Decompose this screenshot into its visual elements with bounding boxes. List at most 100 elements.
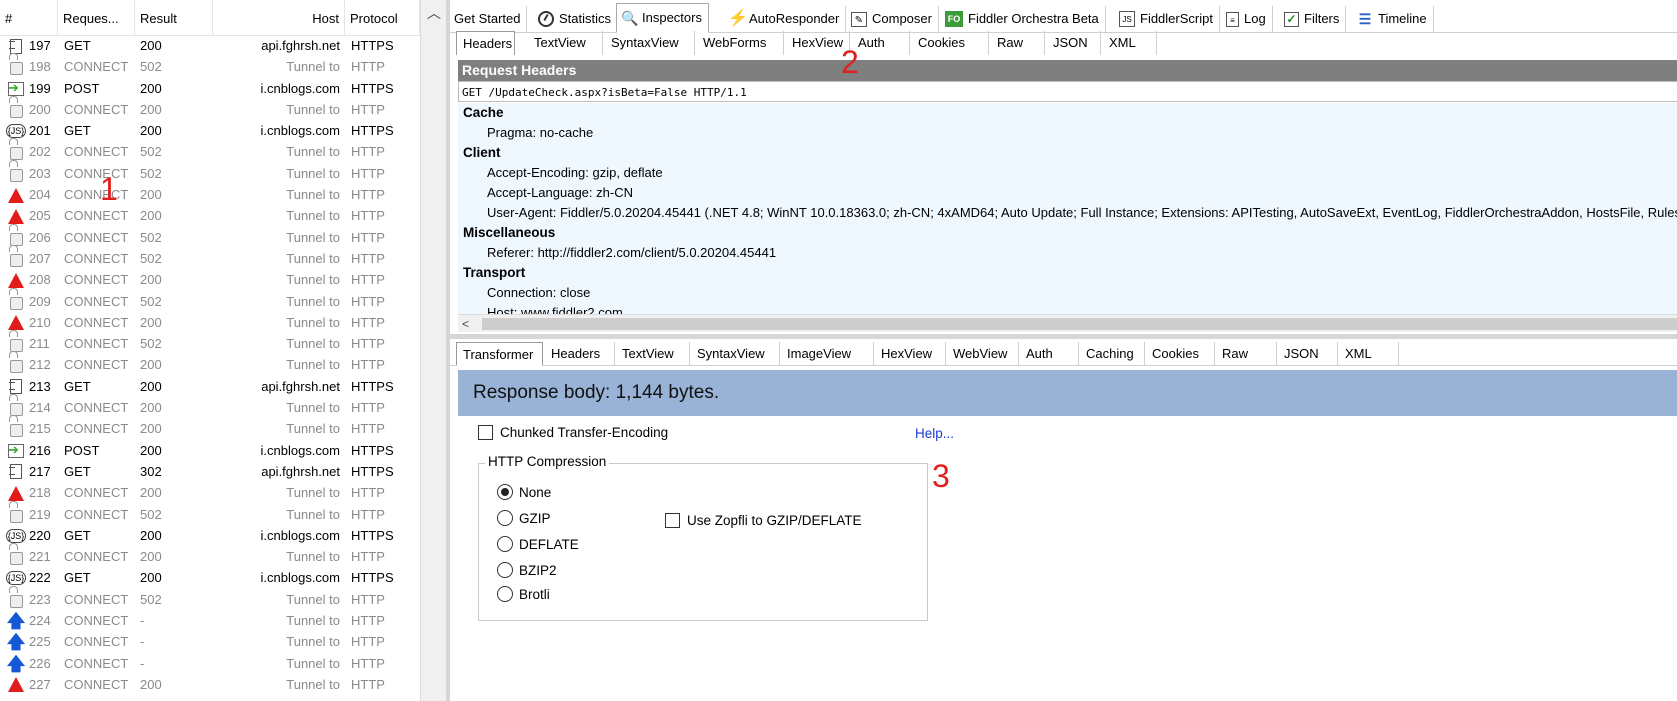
table-row[interactable]: 202 CONNECT 502 Tunnel to HTTP <box>0 141 420 162</box>
response-tab-hexview[interactable]: HexView <box>875 342 946 366</box>
response-tab-textview[interactable]: TextView <box>616 342 690 366</box>
radio-button[interactable] <box>497 586 513 602</box>
tab-get-started[interactable]: Get Started <box>450 6 528 32</box>
request-tab-headers[interactable]: Headers <box>456 31 515 55</box>
table-row[interactable]: 227 CONNECT 200 Tunnel to HTTP <box>0 674 420 695</box>
header-entry[interactable]: Connection: close <box>458 283 1677 303</box>
compression-gzip-option[interactable]: GZIP <box>497 510 551 526</box>
response-tab-transformer[interactable]: Transformer <box>456 342 543 366</box>
request-tab-syntaxview[interactable]: SyntaxView <box>605 31 695 55</box>
table-row[interactable]: 218 CONNECT 200 Tunnel to HTTP <box>0 482 420 503</box>
tab-statistics[interactable]: Statistics <box>534 6 619 32</box>
table-row[interactable]: 216 POST 200 i.cnblogs.com HTTPS <box>0 440 420 461</box>
header-entry[interactable]: Referer: http://fiddler2.com/client/5.0.… <box>458 243 1677 263</box>
response-tab-webview[interactable]: WebView <box>947 342 1019 366</box>
response-tab-syntaxview[interactable]: SyntaxView <box>691 342 780 366</box>
table-row[interactable]: 🡅 225 CONNECT - Tunnel to HTTP <box>0 631 420 652</box>
header-entry[interactable]: Accept-Encoding: gzip, deflate <box>458 163 1677 183</box>
radio-button[interactable] <box>497 484 513 500</box>
column-header-number[interactable]: # <box>0 0 58 36</box>
table-row[interactable]: 197 GET 200 api.fghrsh.net HTTPS <box>0 35 420 56</box>
table-row[interactable]: 208 CONNECT 200 Tunnel to HTTP <box>0 269 420 290</box>
table-row[interactable]: 209 CONNECT 502 Tunnel to HTTP <box>0 291 420 312</box>
table-row[interactable]: 205 CONNECT 200 Tunnel to HTTP <box>0 205 420 226</box>
request-tab-raw[interactable]: Raw <box>991 31 1045 55</box>
response-tab-headers[interactable]: Headers <box>545 342 615 366</box>
table-row[interactable]: 200 CONNECT 200 Tunnel to HTTP <box>0 99 420 120</box>
request-tab-webforms[interactable]: WebForms <box>697 31 784 55</box>
table-row[interactable]: 207 CONNECT 502 Tunnel to HTTP <box>0 248 420 269</box>
compression-deflate-option[interactable]: DEFLATE <box>497 536 579 552</box>
request-tab-textview[interactable]: TextView <box>528 31 603 55</box>
tab-composer[interactable]: ✎ Composer <box>847 6 939 32</box>
table-row[interactable]: 199 POST 200 i.cnblogs.com HTTPS <box>0 78 420 99</box>
tab-timeline[interactable]: ☰ Timeline <box>1353 6 1434 32</box>
response-tab-auth[interactable]: Auth <box>1020 342 1079 366</box>
tab-inspectors[interactable]: 🔍 Inspectors <box>616 3 709 33</box>
request-tab-xml[interactable]: XML <box>1103 31 1157 55</box>
header-entry[interactable]: Host: www.fiddler2.com <box>458 303 1677 314</box>
scroll-left-icon[interactable]: < <box>462 315 469 333</box>
scroll-thumb[interactable] <box>482 318 1677 330</box>
tab-filters[interactable]: ✓ Filters <box>1280 6 1347 32</box>
radio-button[interactable] <box>497 562 513 578</box>
tab-fiddlerscript[interactable]: JS FiddlerScript <box>1115 6 1220 32</box>
table-row[interactable]: {JS} 222 GET 200 i.cnblogs.com HTTPS <box>0 567 420 588</box>
table-row[interactable]: 219 CONNECT 502 Tunnel to HTTP <box>0 504 420 525</box>
request-tab-cookies[interactable]: Cookies <box>912 31 989 55</box>
scroll-up-icon[interactable]: ︿ <box>421 0 447 26</box>
zopfli-option[interactable]: Use Zopfli to GZIP/DEFLATE <box>665 513 862 528</box>
table-row[interactable]: 203 CONNECT 502 Tunnel to HTTP <box>0 163 420 184</box>
response-tab-raw[interactable]: Raw <box>1216 342 1277 366</box>
table-row[interactable]: 214 CONNECT 200 Tunnel to HTTP <box>0 397 420 418</box>
tab-log[interactable]: ≡ Log <box>1222 6 1273 32</box>
header-entry[interactable]: User-Agent: Fiddler/5.0.20204.45441 (.NE… <box>458 203 1677 223</box>
table-row[interactable]: 198 CONNECT 502 Tunnel to HTTP <box>0 56 420 77</box>
request-line[interactable]: GET /UpdateCheck.aspx?isBeta=False HTTP/… <box>458 81 1677 102</box>
tab-fiddler-orchestra-beta[interactable]: FO Fiddler Orchestra Beta <box>941 6 1106 32</box>
header-entry[interactable]: Pragma: no-cache <box>458 123 1677 143</box>
table-row[interactable]: 🡅 226 CONNECT - Tunnel to HTTP <box>0 653 420 674</box>
request-hscrollbar[interactable]: < <box>458 314 1677 332</box>
table-row[interactable]: 204 CONNECT 200 Tunnel to HTTP <box>0 184 420 205</box>
radio-button[interactable] <box>497 510 513 526</box>
request-tab-auth[interactable]: Auth <box>852 31 910 55</box>
compression-brotli-option[interactable]: Brotli <box>497 586 550 602</box>
table-row[interactable]: 211 CONNECT 502 Tunnel to HTTP <box>0 333 420 354</box>
header-group[interactable]: Miscellaneous <box>458 223 1677 243</box>
table-row[interactable]: {JS} 220 GET 200 i.cnblogs.com HTTPS <box>0 525 420 546</box>
header-group[interactable]: Client <box>458 143 1677 163</box>
table-row[interactable]: 210 CONNECT 200 Tunnel to HTTP <box>0 312 420 333</box>
table-row[interactable]: {JS} 201 GET 200 i.cnblogs.com HTTPS <box>0 120 420 141</box>
radio-button[interactable] <box>497 536 513 552</box>
table-row[interactable]: 🡅 224 CONNECT - Tunnel to HTTP <box>0 610 420 631</box>
table-row[interactable]: 213 GET 200 api.fghrsh.net HTTPS <box>0 376 420 397</box>
response-tab-cookies[interactable]: Cookies <box>1146 342 1215 366</box>
sessions-scrollbar[interactable]: ︿ <box>420 0 446 701</box>
table-row[interactable]: 221 CONNECT 200 Tunnel to HTTP <box>0 546 420 567</box>
column-header-protocol[interactable]: Protocol <box>345 0 420 36</box>
response-tab-caching[interactable]: Caching <box>1080 342 1145 366</box>
table-row[interactable]: 215 CONNECT 200 Tunnel to HTTP <box>0 418 420 439</box>
compression-none-option[interactable]: None <box>497 484 551 500</box>
header-group[interactable]: Transport <box>458 263 1677 283</box>
chunked-option[interactable]: Chunked Transfer-Encoding <box>478 425 668 440</box>
tab-autoresponder[interactable]: ⚡ AutoResponder <box>724 6 847 32</box>
zopfli-checkbox[interactable] <box>665 513 680 528</box>
pane-splitter[interactable] <box>450 334 1677 339</box>
request-tab-json[interactable]: JSON <box>1047 31 1101 55</box>
header-entry[interactable]: Accept-Language: zh-CN <box>458 183 1677 203</box>
column-header-request[interactable]: Reques... <box>58 0 135 36</box>
table-row[interactable]: 206 CONNECT 502 Tunnel to HTTP <box>0 227 420 248</box>
table-row[interactable]: 212 CONNECT 200 Tunnel to HTTP <box>0 354 420 375</box>
table-row[interactable]: 223 CONNECT 502 Tunnel to HTTP <box>0 589 420 610</box>
header-group[interactable]: Cache <box>458 103 1677 123</box>
response-tab-imageview[interactable]: ImageView <box>781 342 874 366</box>
response-tab-xml[interactable]: XML <box>1339 342 1399 366</box>
response-tab-json[interactable]: JSON <box>1278 342 1338 366</box>
column-header-host[interactable]: Host <box>213 0 345 36</box>
chunked-checkbox[interactable] <box>478 425 493 440</box>
table-row[interactable]: 217 GET 302 api.fghrsh.net HTTPS <box>0 461 420 482</box>
compression-bzip2-option[interactable]: BZIP2 <box>497 562 557 578</box>
column-header-result[interactable]: Result <box>135 0 213 36</box>
